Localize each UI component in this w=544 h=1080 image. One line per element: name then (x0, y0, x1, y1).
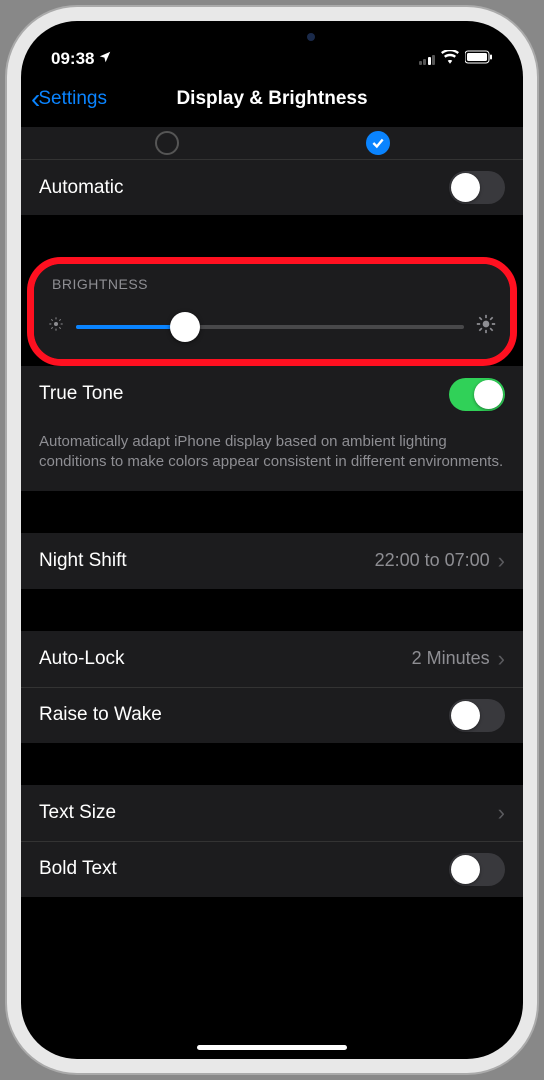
boldtext-toggle[interactable] (449, 853, 505, 886)
truetone-footer: Automatically adapt iPhone display based… (21, 422, 523, 491)
location-icon (98, 49, 112, 69)
back-label: Settings (38, 88, 107, 110)
brightness-highlight: BRIGHTNESS (27, 257, 517, 366)
back-button[interactable]: ‹ Settings (31, 83, 107, 115)
raisetowake-toggle[interactable] (449, 699, 505, 732)
spacer (21, 589, 523, 631)
boldtext-label: Bold Text (39, 858, 449, 880)
automatic-label: Automatic (39, 177, 449, 199)
textsize-label: Text Size (39, 802, 498, 824)
automatic-row[interactable]: Automatic (21, 159, 523, 215)
brightness-slider[interactable] (76, 325, 464, 329)
wifi-icon (441, 49, 459, 69)
slider-knob[interactable] (170, 312, 200, 342)
sun-large-icon (476, 314, 496, 339)
chevron-right-icon: › (498, 646, 505, 672)
notch (157, 21, 387, 53)
truetone-toggle[interactable] (449, 378, 505, 411)
brightness-header: BRIGHTNESS (34, 264, 510, 300)
appearance-dark-radio[interactable] (366, 131, 390, 155)
page-title: Display & Brightness (176, 88, 367, 110)
cellular-icon (419, 53, 436, 65)
textsize-row[interactable]: Text Size › (21, 785, 523, 841)
nightshift-row[interactable]: Night Shift 22:00 to 07:00 › (21, 533, 523, 589)
sun-small-icon (48, 316, 64, 337)
status-right (419, 49, 494, 69)
boldtext-row[interactable]: Bold Text (21, 841, 523, 897)
appearance-light-radio[interactable] (155, 131, 179, 155)
nightshift-label: Night Shift (39, 550, 375, 572)
appearance-selector (21, 127, 523, 159)
status-time: 09:38 (51, 49, 94, 69)
spacer (21, 215, 523, 257)
automatic-toggle[interactable] (449, 171, 505, 204)
raisetowake-label: Raise to Wake (39, 704, 449, 726)
nightshift-value: 22:00 to 07:00 (375, 550, 490, 571)
slider-fill (76, 325, 185, 329)
phone-frame: 09:38 ‹ Settings (7, 7, 537, 1073)
autolock-value: 2 Minutes (412, 648, 490, 669)
autolock-row[interactable]: Auto-Lock 2 Minutes › (21, 631, 523, 687)
spacer (21, 743, 523, 785)
autolock-label: Auto-Lock (39, 648, 412, 670)
battery-icon (465, 49, 493, 69)
chevron-right-icon: › (498, 548, 505, 574)
nav-bar: ‹ Settings Display & Brightness (21, 71, 523, 127)
raisetowake-row[interactable]: Raise to Wake (21, 687, 523, 743)
screen: 09:38 ‹ Settings (21, 21, 523, 1059)
content: Automatic BRIGHTNESS (21, 127, 523, 897)
chevron-right-icon: › (498, 800, 505, 826)
spacer (21, 491, 523, 533)
truetone-label: True Tone (39, 383, 449, 405)
status-left: 09:38 (51, 49, 112, 69)
home-indicator[interactable] (197, 1045, 347, 1050)
truetone-row[interactable]: True Tone (21, 366, 523, 422)
brightness-slider-row (34, 300, 510, 359)
